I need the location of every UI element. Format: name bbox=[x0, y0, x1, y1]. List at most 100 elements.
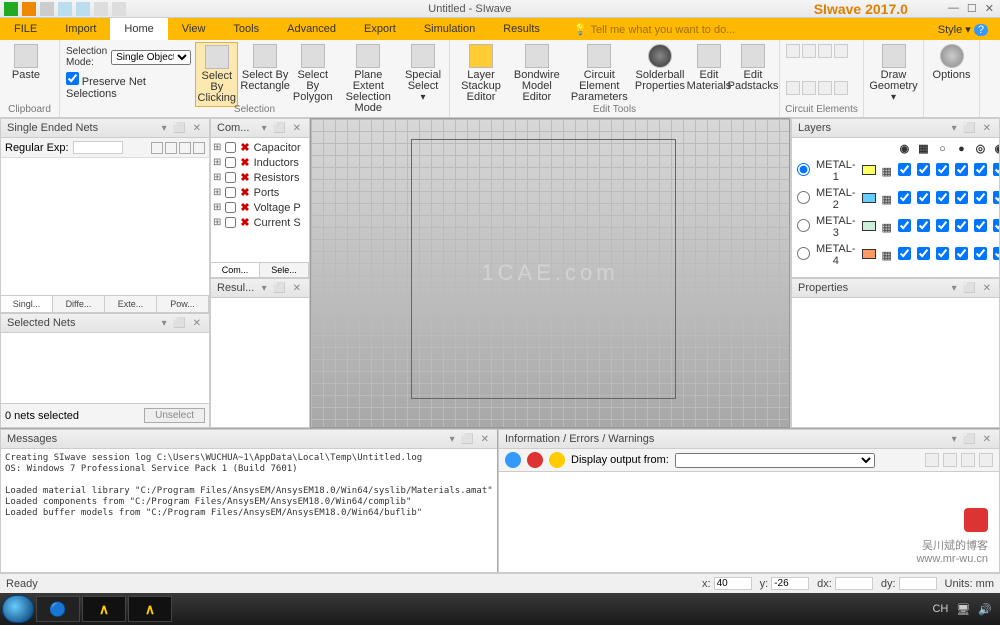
ce-icon[interactable] bbox=[818, 81, 832, 95]
tool-icon[interactable] bbox=[961, 453, 975, 467]
tray-icon[interactable]: 🖥 bbox=[956, 603, 970, 616]
select-by-polygon-button[interactable]: Select By Polygon bbox=[292, 42, 334, 105]
tab-tools[interactable]: Tools bbox=[219, 18, 273, 40]
component-node[interactable]: ✖Voltage P bbox=[213, 200, 307, 215]
open-icon[interactable] bbox=[22, 2, 36, 16]
panel-controls[interactable]: ▾ ⬜ ✕ bbox=[952, 123, 993, 134]
tray-icon[interactable]: 🔊 bbox=[978, 603, 992, 616]
qat-icon[interactable] bbox=[94, 2, 108, 16]
minimize-button[interactable]: — bbox=[948, 2, 959, 15]
edit-padstacks-button[interactable]: Edit Padstacks bbox=[733, 42, 773, 94]
design-canvas[interactable]: 1CAE.com bbox=[310, 118, 790, 428]
filter-icon[interactable] bbox=[179, 142, 191, 154]
taskbar-app[interactable]: ∧ bbox=[128, 596, 172, 622]
tell-me-box[interactable]: Tell me what you want to do... bbox=[574, 23, 735, 36]
bondwire-button[interactable]: Bondwire Model Editor bbox=[510, 42, 564, 105]
coord-x[interactable] bbox=[714, 577, 752, 590]
select-by-clicking-button[interactable]: Select By Clicking bbox=[195, 42, 238, 107]
messages-text[interactable]: Creating SIwave session log C:\Users\WUC… bbox=[1, 449, 497, 572]
select-by-rectangle-button[interactable]: Select By Rectangle bbox=[242, 42, 287, 94]
filter-icon[interactable] bbox=[193, 142, 205, 154]
panel-controls[interactable]: ▾ ⬜ ✕ bbox=[262, 283, 303, 294]
options-button[interactable]: Options bbox=[930, 42, 973, 83]
tool-icon[interactable] bbox=[925, 453, 939, 467]
nets-list[interactable] bbox=[1, 158, 209, 295]
style-menu[interactable]: Style ▾ ? bbox=[926, 23, 1000, 36]
panel-controls[interactable]: ▾ ⬜ ✕ bbox=[450, 434, 491, 445]
tab-select[interactable]: Sele... bbox=[260, 263, 309, 277]
filter-icon[interactable] bbox=[165, 142, 177, 154]
ce-icon[interactable] bbox=[802, 44, 816, 58]
results-body[interactable] bbox=[211, 298, 309, 427]
filter-icon[interactable] bbox=[151, 142, 163, 154]
tab-file[interactable]: FILE bbox=[0, 18, 51, 40]
start-button[interactable] bbox=[2, 595, 34, 623]
ce-icon[interactable] bbox=[818, 44, 832, 58]
special-select-button[interactable]: Special Select▾ bbox=[403, 42, 443, 105]
undo-icon[interactable] bbox=[58, 2, 72, 16]
new-icon[interactable] bbox=[4, 2, 18, 16]
layer-row[interactable]: METAL-4▦ bbox=[794, 241, 999, 269]
component-node[interactable]: ✖Ports bbox=[213, 185, 307, 200]
info-icon[interactable] bbox=[505, 452, 521, 468]
tab-view[interactable]: View bbox=[168, 18, 220, 40]
close-button[interactable]: ✕ bbox=[985, 2, 994, 15]
tab-home[interactable]: Home bbox=[110, 18, 167, 40]
panel-controls[interactable]: ▾ ⬜ ✕ bbox=[952, 434, 993, 445]
tool-icon[interactable] bbox=[979, 453, 993, 467]
coord-dx[interactable] bbox=[835, 577, 873, 590]
circuit-elem-button[interactable]: Circuit Element Parameters bbox=[568, 42, 631, 105]
tab-results[interactable]: Results bbox=[489, 18, 554, 40]
draw-geometry-button[interactable]: Draw Geometry▾ bbox=[870, 42, 917, 105]
component-node[interactable]: ✖Resistors bbox=[213, 170, 307, 185]
preserve-net-checkbox[interactable]: Preserve Net Selections bbox=[66, 72, 191, 100]
layer-stackup-button[interactable]: Layer Stackup Editor bbox=[456, 42, 506, 105]
selection-mode-dropdown[interactable]: Single Object bbox=[111, 50, 191, 65]
tab-diff[interactable]: Diffe... bbox=[53, 296, 105, 312]
tab-ext[interactable]: Exte... bbox=[105, 296, 157, 312]
lang-indicator[interactable]: CH bbox=[932, 603, 948, 615]
tab-import[interactable]: Import bbox=[51, 18, 110, 40]
taskbar-app[interactable]: ∧ bbox=[82, 596, 126, 622]
tool-icon[interactable] bbox=[943, 453, 957, 467]
component-node[interactable]: ✖Current S bbox=[213, 215, 307, 230]
warning-icon[interactable] bbox=[549, 452, 565, 468]
selected-list[interactable] bbox=[1, 333, 209, 403]
coord-dy[interactable] bbox=[899, 577, 937, 590]
panel-controls[interactable]: ▾ ⬜ ✕ bbox=[952, 283, 993, 294]
system-tray[interactable]: CH 🖥 🔊 bbox=[932, 603, 998, 616]
edit-materials-button[interactable]: Edit Materials bbox=[689, 42, 729, 94]
tab-pow[interactable]: Pow... bbox=[157, 296, 209, 312]
output-from-dropdown[interactable] bbox=[675, 453, 875, 468]
unselect-button[interactable]: Unselect bbox=[144, 408, 205, 423]
ce-icon[interactable] bbox=[802, 81, 816, 95]
layer-row[interactable]: METAL-3▦ bbox=[794, 213, 999, 241]
ce-icon[interactable] bbox=[786, 81, 800, 95]
ce-icon[interactable] bbox=[834, 44, 848, 58]
qat-icon[interactable] bbox=[112, 2, 126, 16]
save-icon[interactable] bbox=[40, 2, 54, 16]
paste-button[interactable]: Paste bbox=[6, 42, 46, 83]
component-node[interactable]: ✖Inductors bbox=[213, 155, 307, 170]
error-icon[interactable] bbox=[527, 452, 543, 468]
solderball-button[interactable]: Solderball Properties bbox=[635, 42, 685, 94]
coord-y[interactable] bbox=[771, 577, 809, 590]
properties-body[interactable] bbox=[792, 298, 999, 427]
maximize-button[interactable]: ☐ bbox=[967, 2, 977, 15]
tab-components[interactable]: Com... bbox=[211, 263, 260, 277]
tab-single[interactable]: Singl... bbox=[1, 296, 53, 312]
component-node[interactable]: ✖Capacitor bbox=[213, 140, 307, 155]
tab-simulation[interactable]: Simulation bbox=[410, 18, 489, 40]
redo-icon[interactable] bbox=[76, 2, 90, 16]
layer-row[interactable]: METAL-1▦ bbox=[794, 157, 999, 185]
ce-icon[interactable] bbox=[834, 81, 848, 95]
tab-advanced[interactable]: Advanced bbox=[273, 18, 350, 40]
regex-input[interactable] bbox=[73, 141, 123, 154]
ce-icon[interactable] bbox=[786, 44, 800, 58]
taskbar-chrome[interactable]: 🔵 bbox=[36, 596, 80, 622]
panel-controls[interactable]: ▾ ⬜ ✕ bbox=[162, 318, 203, 329]
layer-row[interactable]: METAL-2▦ bbox=[794, 185, 999, 213]
tab-export[interactable]: Export bbox=[350, 18, 410, 40]
panel-controls[interactable]: ▾ ⬜ ✕ bbox=[162, 123, 203, 134]
panel-controls[interactable]: ▾ ⬜ ✕ bbox=[262, 123, 303, 134]
